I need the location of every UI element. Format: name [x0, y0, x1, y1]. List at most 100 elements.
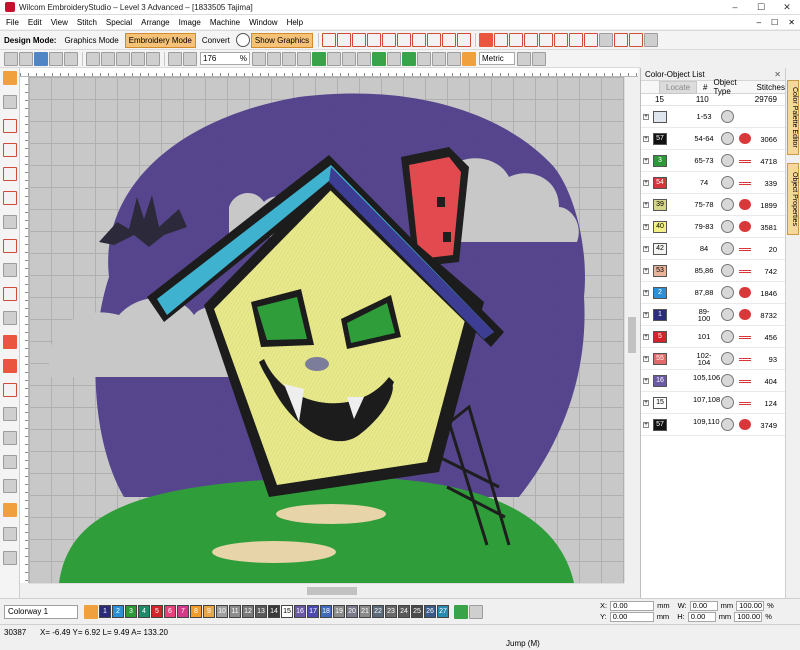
sequin-tool-icon[interactable] [3, 503, 17, 517]
palette-color-18[interactable]: 18 [320, 605, 332, 618]
color-swatch[interactable]: 16 [653, 375, 667, 387]
copy-icon[interactable] [101, 51, 115, 66]
palette-color-2[interactable]: 2 [112, 605, 124, 618]
show-repeat-icon[interactable] [447, 51, 461, 66]
color-swatch[interactable]: 1 [653, 309, 667, 321]
graphics-mode-button[interactable]: Graphics Mode [60, 33, 122, 48]
show-graphics-button[interactable]: Show Graphics [250, 32, 314, 48]
mdi-close-button[interactable]: ✕ [788, 18, 795, 27]
digitize-pen-icon[interactable] [3, 119, 17, 133]
motif-icon[interactable] [442, 33, 457, 47]
palette-color-21[interactable]: 21 [359, 605, 371, 618]
cut-icon[interactable] [86, 51, 100, 66]
rectangle-icon[interactable] [3, 359, 17, 373]
color-swatch[interactable]: 2 [653, 287, 667, 299]
minimize-button[interactable]: – [722, 0, 748, 15]
stump-icon[interactable] [3, 551, 17, 565]
color-swatch[interactable] [653, 111, 667, 123]
help-icon[interactable] [532, 51, 546, 66]
color-swatch[interactable]: 55 [653, 353, 667, 365]
palette-color-15[interactable]: 15 [281, 605, 293, 618]
tatami-icon[interactable] [352, 33, 367, 47]
horizontal-scroll-thumb[interactable] [307, 587, 357, 595]
color-swatch[interactable]: 57 [653, 133, 667, 145]
convert-button[interactable]: Convert [198, 33, 234, 48]
units-select[interactable]: Metric [479, 52, 515, 65]
remove-color-icon[interactable] [469, 604, 483, 619]
effect-icon[interactable] [479, 33, 494, 47]
palette-color-11[interactable]: 11 [229, 605, 241, 618]
color-object-row[interactable]: +42 84 20 [641, 238, 785, 260]
vertical-scroll-thumb[interactable] [628, 317, 636, 353]
stitch-type-icon[interactable] [322, 33, 337, 47]
menu-window[interactable]: Window [249, 18, 277, 27]
palette-color-12[interactable]: 12 [242, 605, 254, 618]
maximize-button[interactable]: ☐ [748, 0, 774, 15]
e-stitch-icon[interactable] [427, 33, 442, 47]
motif-tool-icon[interactable] [3, 311, 17, 325]
expand-icon[interactable]: + [643, 378, 649, 384]
expand-icon[interactable]: + [643, 312, 649, 318]
3d-icon[interactable] [599, 33, 614, 47]
color-object-row[interactable]: +3 65-73 4718 [641, 150, 785, 172]
monogram-icon[interactable] [3, 263, 17, 277]
show-stitches-icon[interactable] [357, 51, 371, 66]
satin-icon[interactable] [337, 33, 352, 47]
vertical-scrollbar[interactable] [624, 77, 638, 583]
palette-color-10[interactable]: 10 [216, 605, 228, 618]
color-object-row[interactable]: +16 105,106 404 [641, 370, 785, 392]
embroidery-mode-button[interactable]: Embroidery Mode [124, 32, 196, 48]
palette-color-4[interactable]: 4 [138, 605, 150, 618]
measure-icon[interactable] [327, 51, 341, 66]
menu-special[interactable]: Special [106, 18, 132, 27]
zoom-field[interactable]: 176% [200, 52, 250, 65]
menu-arrange[interactable]: Arrange [141, 18, 169, 27]
color-object-row[interactable]: +15 107,108 124 [641, 392, 785, 414]
travel-icon[interactable] [462, 51, 476, 66]
expand-icon[interactable]: + [643, 246, 649, 252]
ellipse-icon[interactable] [3, 335, 17, 349]
design-canvas[interactable] [29, 77, 624, 583]
menu-image[interactable]: Image [179, 18, 201, 27]
palette-color-7[interactable]: 7 [177, 605, 189, 618]
zoom-out-icon[interactable] [183, 51, 197, 66]
color-object-row[interactable]: +57 54-64 3066 [641, 128, 785, 150]
color-object-row[interactable]: +5 101 456 [641, 326, 785, 348]
expand-icon[interactable]: + [643, 202, 649, 208]
options-icon[interactable] [517, 51, 531, 66]
color-palette-editor-tab[interactable]: Color Palette Editor [787, 80, 799, 155]
zigzag-icon[interactable] [412, 33, 427, 47]
expand-icon[interactable]: + [643, 114, 649, 120]
gradient-icon[interactable] [524, 33, 539, 47]
color-object-row[interactable]: +57 109,110 3749 [641, 414, 785, 436]
palette-color-26[interactable]: 26 [424, 605, 436, 618]
expand-icon[interactable]: + [643, 356, 649, 362]
color-swatch[interactable]: 15 [653, 397, 667, 409]
show-bitmap-icon[interactable] [417, 51, 431, 66]
palette-color-22[interactable]: 22 [372, 605, 384, 618]
menu-machine[interactable]: Machine [210, 18, 240, 27]
lettering-icon[interactable] [3, 239, 17, 253]
fill-pattern-icon[interactable] [494, 33, 509, 47]
artistic-view-icon[interactable] [342, 51, 356, 66]
mdi-minimize-button[interactable]: – [757, 18, 761, 27]
underlay-icon[interactable] [457, 33, 472, 47]
menu-edit[interactable]: Edit [28, 18, 42, 27]
palette-color-8[interactable]: 8 [190, 605, 202, 618]
expand-icon[interactable]: + [643, 422, 649, 428]
expand-icon[interactable]: + [643, 334, 649, 340]
color-object-row[interactable]: +54 74 339 [641, 172, 785, 194]
run-icon[interactable] [367, 33, 382, 47]
palette-color-16[interactable]: 16 [294, 605, 306, 618]
h-field[interactable]: 0.00 [687, 611, 716, 622]
menu-file[interactable]: File [6, 18, 19, 27]
grid-icon[interactable] [297, 51, 311, 66]
panel-close-icon[interactable]: ✕ [774, 70, 781, 79]
horizontal-scrollbar[interactable] [29, 583, 624, 597]
expand-icon[interactable]: + [643, 224, 649, 230]
globe-icon[interactable] [235, 33, 250, 47]
magnet-icon[interactable] [3, 383, 17, 397]
run-tool-icon[interactable] [3, 191, 17, 205]
color-object-row[interactable]: +2 87,88 1846 [641, 282, 785, 304]
hoop-icon[interactable] [312, 51, 326, 66]
